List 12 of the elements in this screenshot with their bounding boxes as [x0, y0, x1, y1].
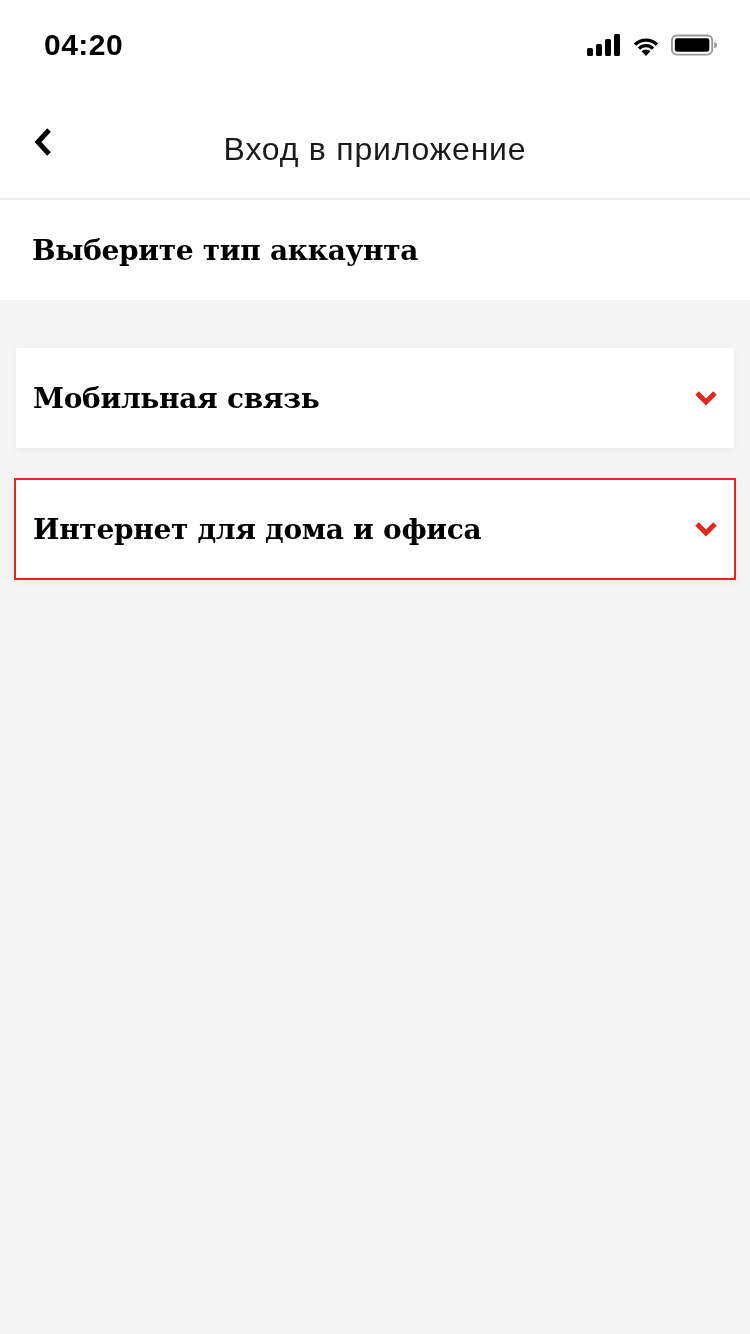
chevron-down-icon [694, 390, 718, 406]
account-type-option[interactable]: Интернет для дома и офиса [14, 478, 736, 580]
status-time: 04:20 [44, 28, 124, 62]
chevron-down-icon [694, 521, 718, 537]
section-heading: Выберите тип аккаунта [32, 233, 419, 267]
signal-icon [587, 34, 621, 56]
account-type-option[interactable]: Мобильная связь [16, 348, 734, 448]
option-label: Интернет для дома и офиса [33, 512, 482, 546]
screen-title: Вход в приложение [223, 130, 527, 168]
option-label: Мобильная связь [33, 381, 320, 415]
back-icon[interactable] [33, 128, 53, 156]
battery-icon [671, 34, 717, 56]
